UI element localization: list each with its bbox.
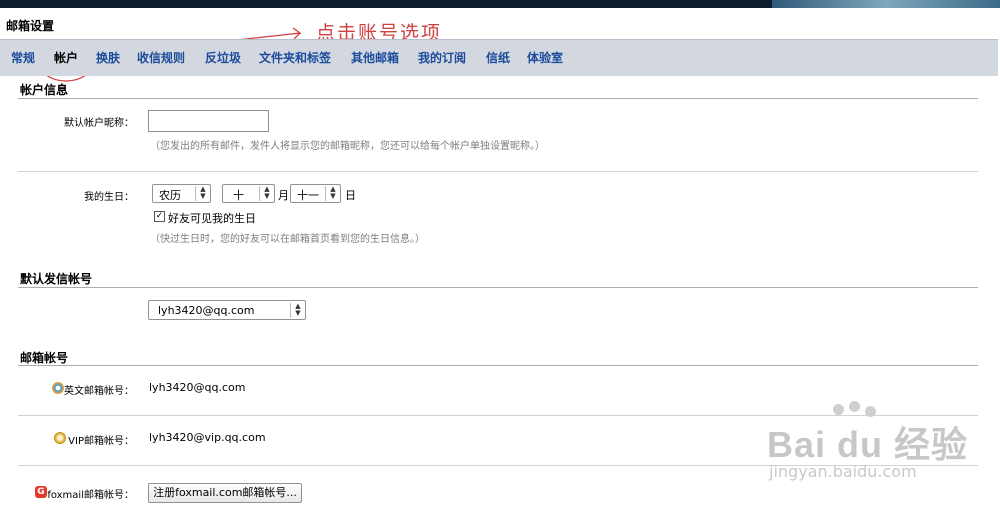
default-sender-select[interactable]: lyh3420@qq.com ▲ ▼: [148, 300, 306, 320]
settings-tab-bar: 常规 帐户 换肤 收信规则 反垃圾 文件夹和标签 其他邮箱 我的订阅 信纸 体验…: [0, 39, 998, 76]
tab-filter-rules[interactable]: 收信规则: [137, 49, 185, 66]
default-sender-value: lyh3420@qq.com: [158, 304, 255, 317]
divider: [18, 171, 978, 172]
vip-account-icon: [54, 432, 66, 444]
watermark-url: jingyan.baidu.com: [769, 462, 917, 481]
chevron-updown-icon: ▲ ▼: [259, 186, 274, 201]
birthday-label: 我的生日：: [84, 192, 134, 203]
check-icon: ✓: [155, 211, 164, 221]
english-account-icon: [52, 382, 64, 394]
divider: [18, 365, 978, 366]
tab-stationery[interactable]: 信纸: [486, 49, 510, 66]
birth-day-select[interactable]: 十一 ▲ ▼: [290, 184, 341, 203]
chevron-updown-icon: ▲ ▼: [325, 186, 340, 201]
nickname-label: 默认帐户昵称：: [64, 118, 134, 129]
divider: [18, 287, 978, 288]
calendar-type-value: 农历: [159, 189, 181, 202]
vip-account-value: lyh3420@vip.qq.com: [149, 431, 266, 444]
chevron-updown-icon: ▲ ▼: [195, 186, 210, 201]
watermark-logo: Bai du 经验: [767, 424, 969, 465]
section-account-info: 帐户信息: [20, 83, 69, 97]
birth-month-value: 十: [233, 189, 244, 202]
tab-subscriptions[interactable]: 我的订阅: [418, 49, 466, 66]
english-account-value: lyh3420@qq.com: [149, 381, 246, 394]
tab-other-mailboxes[interactable]: 其他邮箱: [351, 49, 399, 66]
nickname-input[interactable]: [148, 110, 269, 132]
nickname-hint: （您发出的所有邮件，发件人将显示您的邮箱昵称，您还可以给每个帐户单独设置昵称。）: [150, 141, 545, 152]
tab-folders-labels[interactable]: 文件夹和标签: [259, 49, 331, 66]
birth-month-select[interactable]: 十 ▲ ▼: [222, 184, 275, 203]
tab-lab[interactable]: 体验室: [527, 49, 563, 66]
tab-general[interactable]: 常规: [11, 49, 35, 66]
birth-day-value: 十一: [297, 189, 319, 202]
tab-account[interactable]: 帐户: [54, 49, 78, 66]
month-unit: 月: [278, 189, 289, 202]
baidu-watermark: Bai du 经验 jingyan.baidu.com: [767, 401, 969, 481]
tab-anti-spam[interactable]: 反垃圾: [205, 49, 241, 66]
tab-skin[interactable]: 换肤: [96, 49, 120, 66]
paw-icon: [833, 404, 844, 415]
chevron-updown-icon: ▲ ▼: [290, 303, 305, 318]
register-foxmail-button[interactable]: 注册foxmail.com邮箱帐号...: [148, 483, 302, 503]
vip-account-label: VIP邮箱帐号：: [68, 436, 134, 447]
birthday-visible-checkbox[interactable]: ✓: [154, 211, 165, 222]
divider: [18, 98, 978, 99]
english-account-label: 英文邮箱帐号：: [64, 386, 134, 397]
foxmail-account-label: foxmail邮箱帐号：: [47, 490, 134, 501]
paw-icon: [849, 401, 860, 412]
birthday-hint: （快过生日时，您的好友可以在邮箱首页看到您的生日信息。）: [150, 234, 425, 245]
calendar-type-select[interactable]: 农历 ▲ ▼: [152, 184, 211, 203]
section-default-sender: 默认发信帐号: [20, 272, 93, 286]
section-mail-accounts: 邮箱帐号: [20, 351, 69, 365]
birthday-visible-label[interactable]: 好友可见我的生日: [168, 210, 256, 226]
foxmail-icon: G: [35, 486, 47, 498]
paw-icon: [865, 406, 876, 417]
day-unit: 日: [345, 189, 356, 202]
